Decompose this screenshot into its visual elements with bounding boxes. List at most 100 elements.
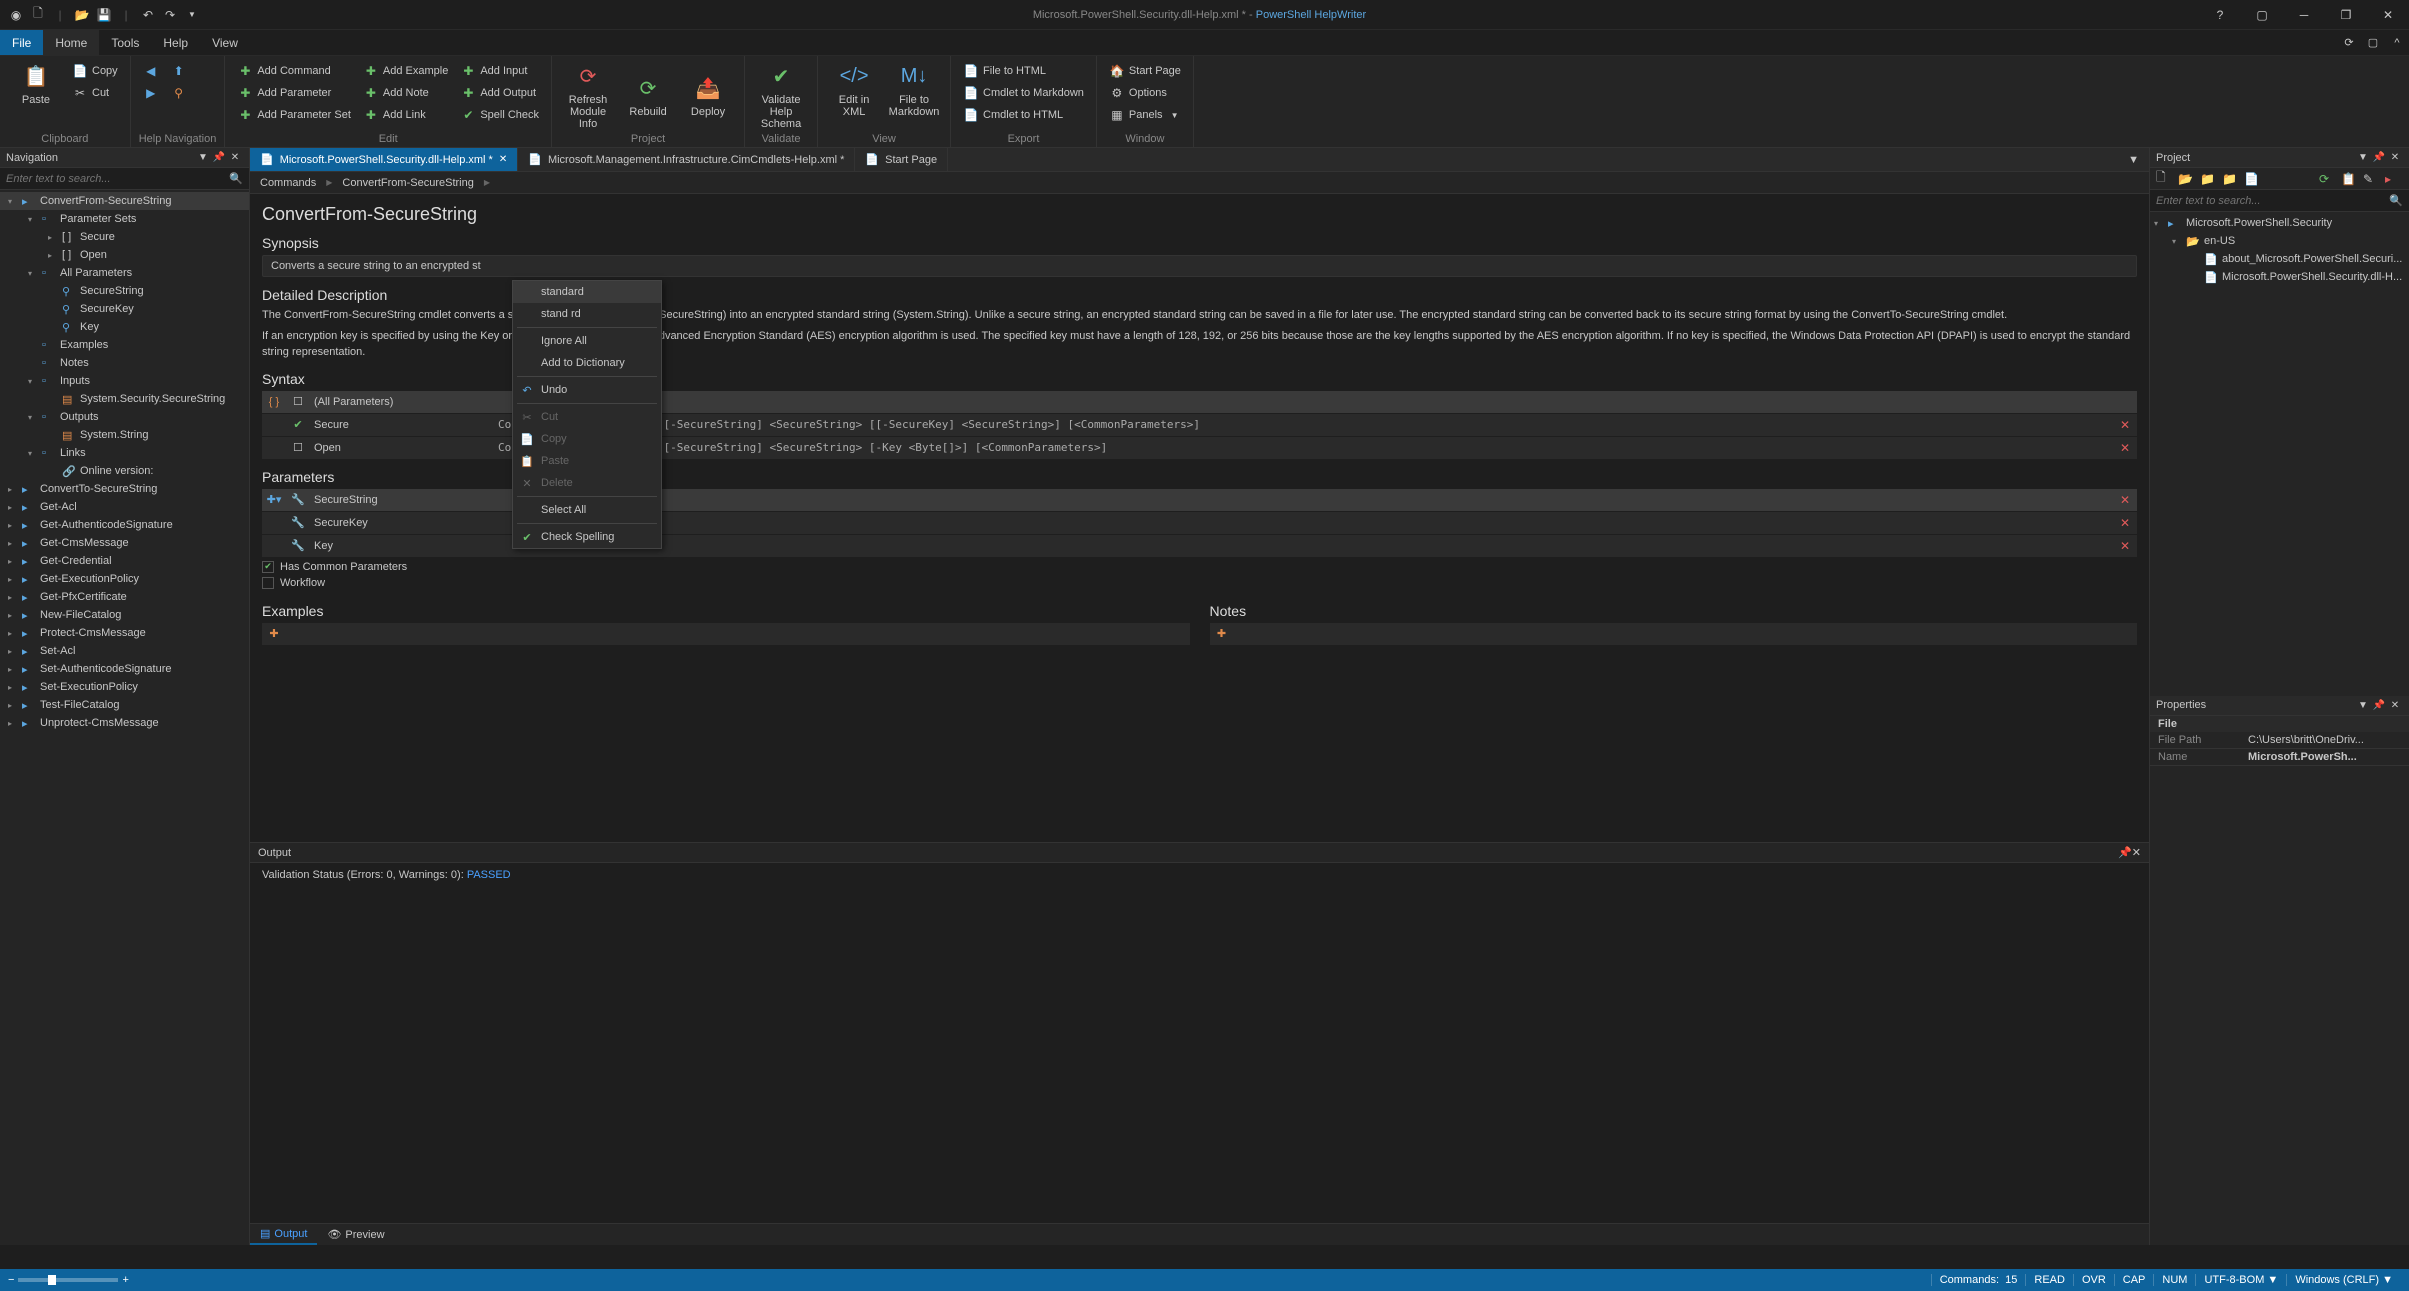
- project-file[interactable]: 📄about_Microsoft.PowerShell.Securi...: [2150, 250, 2409, 268]
- checkbox[interactable]: ☐: [286, 441, 310, 454]
- panel-dropdown-icon[interactable]: ▼: [195, 152, 211, 163]
- panel-pin-icon[interactable]: 📌: [2371, 700, 2387, 711]
- tree-node[interactable]: ▾▫Inputs: [0, 372, 249, 390]
- doc-tab-3[interactable]: 📄Start Page: [855, 148, 948, 171]
- add-note-button[interactable]: ✚Add Note: [359, 82, 452, 104]
- help-tab[interactable]: Help: [151, 30, 200, 55]
- tree-node[interactable]: ▸▸New-FileCatalog: [0, 606, 249, 624]
- tab-overflow-icon[interactable]: ▼: [2118, 148, 2149, 171]
- panel-dropdown-icon[interactable]: ▼: [2355, 700, 2371, 711]
- ctx-add-dictionary[interactable]: Add to Dictionary: [513, 352, 661, 374]
- cut-button[interactable]: ✂Cut: [68, 82, 122, 104]
- home-tab[interactable]: Home: [43, 30, 99, 55]
- panel-close-icon[interactable]: ✕: [227, 152, 243, 163]
- delete-icon[interactable]: ✕: [2113, 516, 2137, 530]
- start-page-button[interactable]: 🏠Start Page: [1105, 60, 1185, 82]
- new-icon[interactable]: 🗋: [30, 7, 46, 23]
- rename-icon[interactable]: ✎: [2363, 172, 2381, 186]
- examples-toolbar[interactable]: ✚: [262, 623, 1190, 645]
- panel-dropdown-icon[interactable]: ▼: [2355, 152, 2371, 163]
- paste-button[interactable]: 📋Paste: [8, 60, 64, 106]
- nav-back-button[interactable]: ◀: [139, 60, 163, 82]
- zoom-slider[interactable]: − +: [8, 1274, 129, 1286]
- options-button[interactable]: ⚙Options: [1105, 82, 1185, 104]
- nav-home-button[interactable]: ⚲: [167, 82, 191, 104]
- tree-node[interactable]: ▾▫Parameter Sets: [0, 210, 249, 228]
- status-encoding[interactable]: UTF-8-BOM ▼: [2195, 1274, 2286, 1286]
- qat-dropdown-icon[interactable]: ▼: [184, 7, 200, 23]
- file-tab[interactable]: File: [0, 30, 43, 55]
- project-search-input[interactable]: [2156, 195, 2389, 207]
- ribbon-toggle-icon[interactable]: ▢: [2241, 1, 2283, 29]
- maximize-icon[interactable]: ❐: [2325, 1, 2367, 29]
- new-folder-icon[interactable]: 📁: [2200, 172, 2218, 186]
- tree-node[interactable]: ▸▸Get-Credential: [0, 552, 249, 570]
- build-icon[interactable]: ▸: [2385, 172, 2403, 186]
- notes-toolbar[interactable]: ✚: [1210, 623, 2138, 645]
- add-example-icon[interactable]: ✚: [262, 627, 286, 640]
- undo-icon[interactable]: ↶: [140, 7, 156, 23]
- tree-node[interactable]: ▸▸Set-AuthenticodeSignature: [0, 660, 249, 678]
- tree-node-root[interactable]: ▾▸ConvertFrom-SecureString: [0, 192, 249, 210]
- open-project-icon[interactable]: 📂: [2178, 172, 2196, 186]
- output-tab[interactable]: ▤Output: [250, 1224, 317, 1245]
- tree-node[interactable]: ▸▸Unprotect-CmsMessage: [0, 714, 249, 732]
- tools-tab[interactable]: Tools: [99, 30, 151, 55]
- panel-pin-icon[interactable]: 📌: [2118, 846, 2132, 859]
- panel-pin-icon[interactable]: 📌: [2371, 152, 2387, 163]
- tree-node[interactable]: ▾▫Links: [0, 444, 249, 462]
- deploy-button[interactable]: 📤Deploy: [680, 60, 736, 130]
- refresh-module-button[interactable]: ⟳Refresh Module Info: [560, 60, 616, 130]
- project-root[interactable]: ▾▸Microsoft.PowerShell.Security: [2150, 214, 2409, 232]
- param-add-icon[interactable]: ✚▾: [262, 493, 286, 506]
- edit-in-xml-button[interactable]: </>Edit in XML: [826, 60, 882, 118]
- tree-node[interactable]: ▸▸Get-ExecutionPolicy: [0, 570, 249, 588]
- tree-node[interactable]: ⚲Key: [0, 318, 249, 336]
- tree-node[interactable]: ▸▸Set-Acl: [0, 642, 249, 660]
- tree-node[interactable]: ▸▸Set-ExecutionPolicy: [0, 678, 249, 696]
- ctx-standard[interactable]: standard: [513, 281, 661, 303]
- doc-tab-1[interactable]: 📄Microsoft.PowerShell.Security.dll-Help.…: [250, 148, 518, 171]
- redo-icon[interactable]: ↷: [162, 7, 178, 23]
- panel-close-icon[interactable]: ✕: [2387, 152, 2403, 163]
- file-to-markdown-button[interactable]: M↓File to Markdown: [886, 60, 942, 118]
- add-command-button[interactable]: ✚Add Command: [233, 60, 355, 82]
- refresh-icon[interactable]: ⟳: [2319, 172, 2337, 186]
- zoom-in-icon[interactable]: +: [122, 1274, 128, 1286]
- delete-icon[interactable]: ✕: [2113, 539, 2137, 553]
- tree-node[interactable]: ▸▸Test-FileCatalog: [0, 696, 249, 714]
- tree-node[interactable]: ▫Notes: [0, 354, 249, 372]
- checkbox[interactable]: ☐: [286, 395, 310, 408]
- tree-node[interactable]: ▸[ ]Secure: [0, 228, 249, 246]
- add-output-button[interactable]: ✚Add Output: [456, 82, 543, 104]
- tree-node[interactable]: ▸[ ]Open: [0, 246, 249, 264]
- nav-fwd-button[interactable]: ▶: [139, 82, 163, 104]
- add-example-button[interactable]: ✚Add Example: [359, 60, 452, 82]
- open-icon[interactable]: 📂: [74, 7, 90, 23]
- panel-close-icon[interactable]: ✕: [2387, 700, 2403, 711]
- tree-node[interactable]: ▤System.String: [0, 426, 249, 444]
- breadcrumb-current[interactable]: ConvertFrom-SecureString: [342, 177, 473, 189]
- checkbox-checked[interactable]: ✔: [286, 418, 310, 431]
- delete-icon[interactable]: ✕: [2113, 493, 2137, 507]
- tree-node[interactable]: ⚲SecureKey: [0, 300, 249, 318]
- tree-node[interactable]: 🔗Online version:: [0, 462, 249, 480]
- tree-node[interactable]: ▫Examples: [0, 336, 249, 354]
- tree-node[interactable]: ⚲SecureString: [0, 282, 249, 300]
- new-project-icon[interactable]: 🗋: [2156, 168, 2174, 189]
- help-icon[interactable]: ?: [2199, 1, 2241, 29]
- zoom-out-icon[interactable]: −: [8, 1274, 14, 1286]
- tree-node[interactable]: ▤System.Security.SecureString: [0, 390, 249, 408]
- file-to-html-button[interactable]: 📄File to HTML: [959, 60, 1088, 82]
- tree-node[interactable]: ▾▫Outputs: [0, 408, 249, 426]
- add-note-icon[interactable]: ✚: [1210, 627, 1234, 640]
- close-icon[interactable]: ✕: [2367, 1, 2409, 29]
- search-icon[interactable]: 🔍: [2389, 194, 2403, 207]
- tree-node[interactable]: ▸▸ConvertTo-SecureString: [0, 480, 249, 498]
- project-folder[interactable]: ▾📂en-US: [2150, 232, 2409, 250]
- nav-up-button[interactable]: ⬆: [167, 60, 191, 82]
- tree-node[interactable]: ▸▸Get-PfxCertificate: [0, 588, 249, 606]
- tree-node[interactable]: ▸▸Get-Acl: [0, 498, 249, 516]
- doc-tab-2[interactable]: 📄Microsoft.Management.Infrastructure.Cim…: [518, 148, 855, 171]
- view-tab[interactable]: View: [200, 30, 250, 55]
